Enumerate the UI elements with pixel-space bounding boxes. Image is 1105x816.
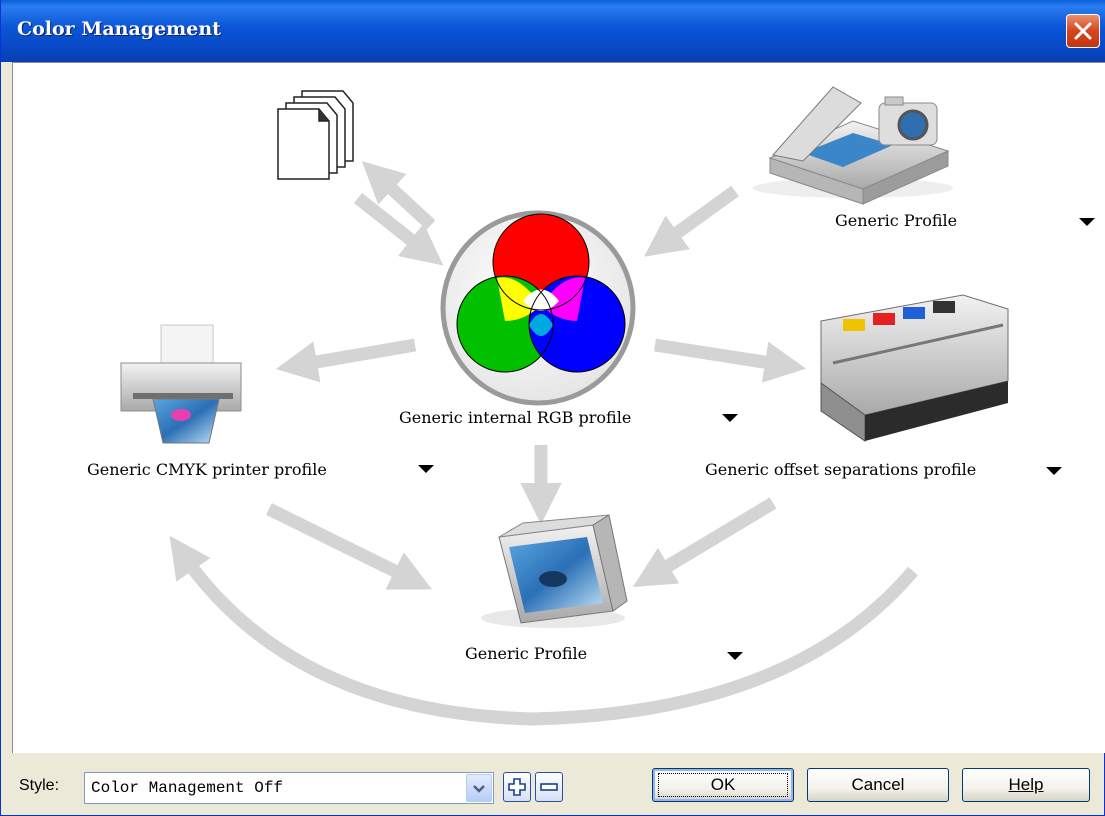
style-select-value: Color Management Off — [91, 779, 284, 797]
close-icon — [1074, 22, 1092, 40]
chevron-down-icon — [473, 785, 485, 793]
input-profile-label: Generic Profile — [835, 211, 958, 230]
arrow-rgb-to-printer — [275, 338, 417, 383]
footer-bar: Style: Color Management Off OK Cancel He… — [1, 752, 1105, 816]
monitor-profile-dropdown[interactable] — [727, 652, 743, 660]
printer-profile-dropdown[interactable] — [418, 465, 434, 473]
rgb-color-wheel-icon — [440, 210, 636, 406]
separations-profile-label: Generic offset separations profile — [705, 460, 977, 479]
scanner-camera-icon — [753, 86, 953, 205]
ok-button[interactable]: OK — [652, 768, 794, 802]
separations-profile-dropdown[interactable] — [1046, 467, 1062, 475]
plus-icon — [508, 778, 526, 796]
cancel-button-label: Cancel — [851, 775, 905, 794]
offset-press-icon — [820, 294, 1009, 442]
remove-style-button[interactable] — [535, 772, 563, 802]
style-select-dropdown-button[interactable] — [466, 774, 492, 802]
arrow-scanner-to-rgb — [644, 185, 739, 257]
title-bar[interactable]: Color Management — [1, 0, 1105, 62]
arrow-rgb-to-press — [653, 338, 807, 383]
add-style-button[interactable] — [503, 772, 531, 802]
printer-icon — [120, 324, 242, 444]
style-label: Style: — [19, 777, 60, 794]
internal-profile-dropdown[interactable] — [722, 414, 738, 422]
arrow-press-to-monitor — [632, 497, 777, 588]
focus-ring — [658, 773, 788, 797]
style-select[interactable]: Color Management Off — [84, 772, 494, 804]
color-management-dialog: Color Management Generic Profile Generic… — [0, 0, 1105, 816]
help-button[interactable]: Help — [962, 768, 1090, 802]
documents-icon — [277, 90, 354, 180]
window-title: Color Management — [17, 18, 221, 40]
internal-profile-label: Generic internal RGB profile — [399, 408, 632, 427]
help-button-label: Help — [1008, 775, 1044, 794]
minus-icon — [540, 783, 558, 791]
monitor-profile-label: Generic Profile — [465, 644, 588, 663]
arrow-printer-to-monitor — [266, 503, 432, 590]
monitor-icon — [481, 514, 628, 628]
cancel-button[interactable]: Cancel — [807, 768, 949, 802]
close-button[interactable] — [1066, 14, 1100, 48]
color-workflow-diagram: Generic Profile Generic internal RGB pro… — [12, 62, 1105, 753]
printer-profile-label: Generic CMYK printer profile — [87, 460, 327, 479]
input-profile-dropdown[interactable] — [1079, 218, 1095, 226]
